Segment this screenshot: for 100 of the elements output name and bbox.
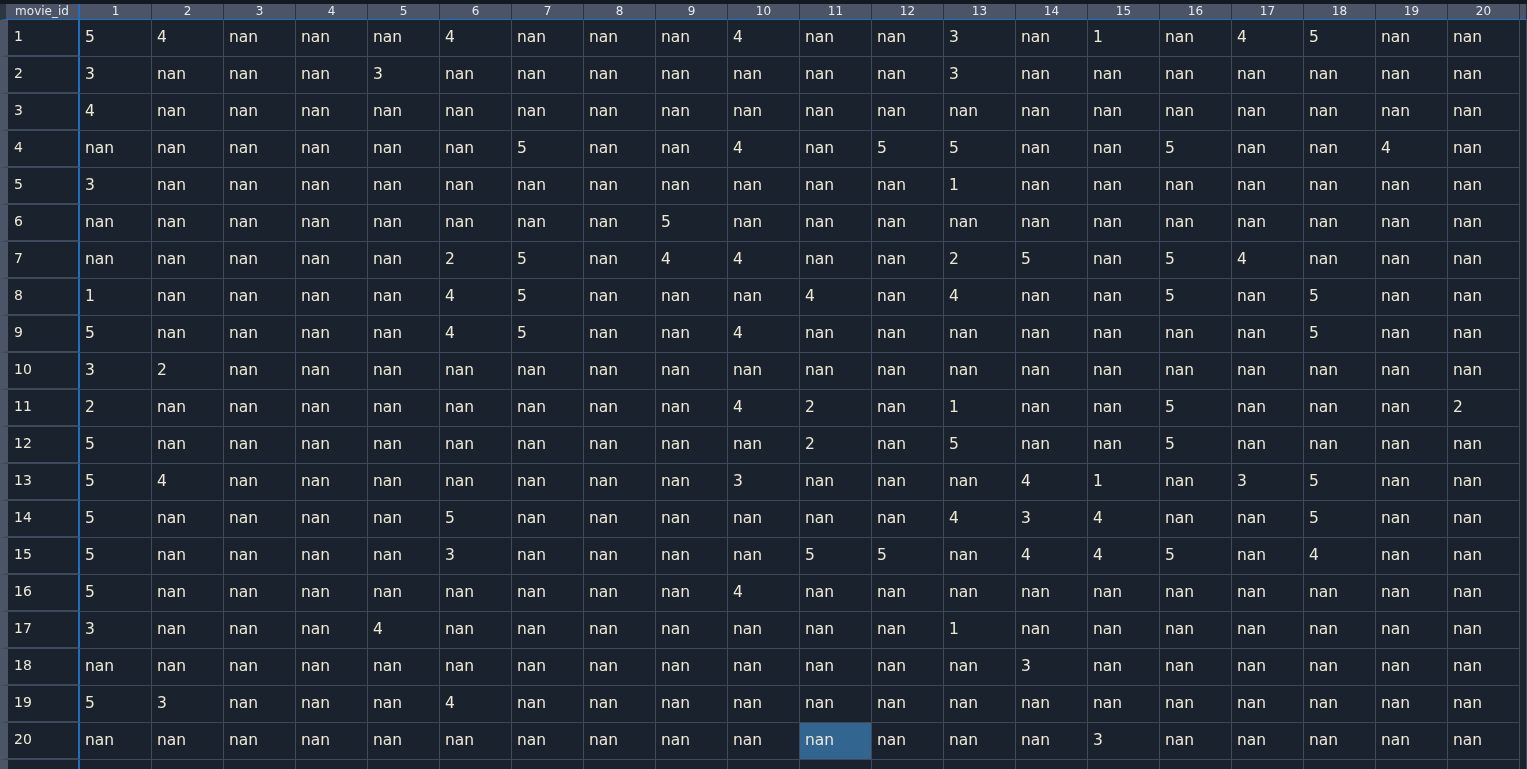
column-header[interactable]: 4	[296, 4, 368, 20]
row-index: 8	[0, 279, 80, 316]
table-cell: 4	[728, 390, 800, 427]
column-header[interactable]: 7	[512, 4, 584, 20]
table-cell: nan	[368, 168, 440, 205]
table-cell: 4	[440, 316, 512, 353]
table-cell: nan	[368, 131, 440, 168]
table-cell: 5	[656, 205, 728, 242]
table-cell: nan	[1376, 390, 1448, 427]
table-cell: nan	[80, 723, 152, 760]
column-header[interactable]: 6	[440, 4, 512, 20]
row-index: 18	[0, 649, 80, 686]
table-cell: nan	[1448, 427, 1520, 464]
column-header[interactable]: 15	[1088, 4, 1160, 20]
table-cell: nan	[1232, 316, 1304, 353]
table-cell: 4	[944, 501, 1016, 538]
table-cell: nan	[656, 612, 728, 649]
table-cell: nan	[440, 205, 512, 242]
table-cell: 5	[944, 427, 1016, 464]
table-cell: 3	[1016, 649, 1088, 686]
table-cell: nan	[224, 464, 296, 501]
table-cell: nan	[1160, 168, 1232, 205]
table-cell: nan	[800, 94, 872, 131]
table-cell: nan	[1016, 279, 1088, 316]
table-cell: 2	[152, 353, 224, 390]
table-cell: nan	[656, 538, 728, 575]
table-cell: 5	[800, 538, 872, 575]
table-cell: nan	[1016, 575, 1088, 612]
table-cell: 4	[1088, 538, 1160, 575]
table-cell: nan	[152, 57, 224, 94]
table-cell: 3	[944, 20, 1016, 57]
table-cell: nan	[1160, 353, 1232, 390]
table-cell: nan	[872, 242, 944, 279]
column-header[interactable]: 3	[224, 4, 296, 20]
table-cell: 5	[512, 242, 584, 279]
table-cell: nan	[728, 353, 800, 390]
table-cell: nan	[656, 168, 728, 205]
column-header[interactable]: 17	[1232, 4, 1304, 20]
column-header[interactable]: 20	[1448, 4, 1520, 20]
column-header[interactable]: 13	[944, 4, 1016, 20]
column-header[interactable]: 9	[656, 4, 728, 20]
table-cell: nan	[1376, 353, 1448, 390]
column-header[interactable]: 11	[800, 4, 872, 20]
column-header[interactable]: 14	[1016, 4, 1088, 20]
table-cell: nan	[656, 427, 728, 464]
table-cell: nan	[440, 575, 512, 612]
row-index: 13	[0, 464, 80, 501]
column-header[interactable]: 2	[152, 4, 224, 20]
row-index: 11	[0, 390, 80, 427]
column-header[interactable]: 1	[80, 4, 152, 20]
table-cell: nan	[224, 390, 296, 427]
table-cell: nan	[1016, 94, 1088, 131]
table-cell: nan	[1232, 575, 1304, 612]
table-cell: nan	[800, 57, 872, 94]
table-cell: nan	[224, 205, 296, 242]
table-cell: nan	[224, 168, 296, 205]
table-cell: 3	[440, 538, 512, 575]
table-cell: nan	[1160, 501, 1232, 538]
table-cell: 2	[1448, 390, 1520, 427]
table-cell: nan	[800, 242, 872, 279]
table-cell: nan	[80, 242, 152, 279]
row-index: 20	[0, 723, 80, 760]
table-cell: nan	[944, 686, 1016, 723]
table-cell: nan	[872, 205, 944, 242]
table-cell: 5	[80, 538, 152, 575]
table-cell: 4	[728, 242, 800, 279]
table-cell: nan	[1304, 686, 1376, 723]
column-header[interactable]: 18	[1304, 4, 1376, 20]
column-header[interactable]: 10	[728, 4, 800, 20]
column-header[interactable]: 16	[1160, 4, 1232, 20]
table-cell: nan	[1232, 57, 1304, 94]
table-cell: nan	[872, 649, 944, 686]
table-cell: nan	[296, 168, 368, 205]
column-header[interactable]: 8	[584, 4, 656, 20]
table-cell: nan	[224, 242, 296, 279]
table-cell: nan	[944, 538, 1016, 575]
table-cell: nan	[1448, 353, 1520, 390]
table-cell: nan	[1304, 131, 1376, 168]
table-cell: 4	[944, 279, 1016, 316]
table-cell: nan	[1376, 686, 1448, 723]
table-cell: nan	[584, 353, 656, 390]
column-header[interactable]: 5	[368, 4, 440, 20]
table-cell: nan	[152, 390, 224, 427]
table-cell: nan	[1448, 649, 1520, 686]
column-header[interactable]: 12	[872, 4, 944, 20]
table-cell: nan	[800, 168, 872, 205]
table-cell: 3	[1088, 723, 1160, 760]
table-cell: nan	[296, 575, 368, 612]
table-cell: nan	[656, 501, 728, 538]
table-cell: nan	[1376, 575, 1448, 612]
table-cell: 1	[944, 612, 1016, 649]
table-cell: nan	[1232, 205, 1304, 242]
column-header[interactable]: 19	[1376, 4, 1448, 20]
table-cell: nan	[440, 649, 512, 686]
table-cell: 4	[80, 94, 152, 131]
table-cell: nan	[1304, 168, 1376, 205]
table-cell: nan	[872, 20, 944, 57]
table-cell: 5	[80, 464, 152, 501]
table-cell: nan	[1016, 205, 1088, 242]
table-cell: nan	[1232, 686, 1304, 723]
